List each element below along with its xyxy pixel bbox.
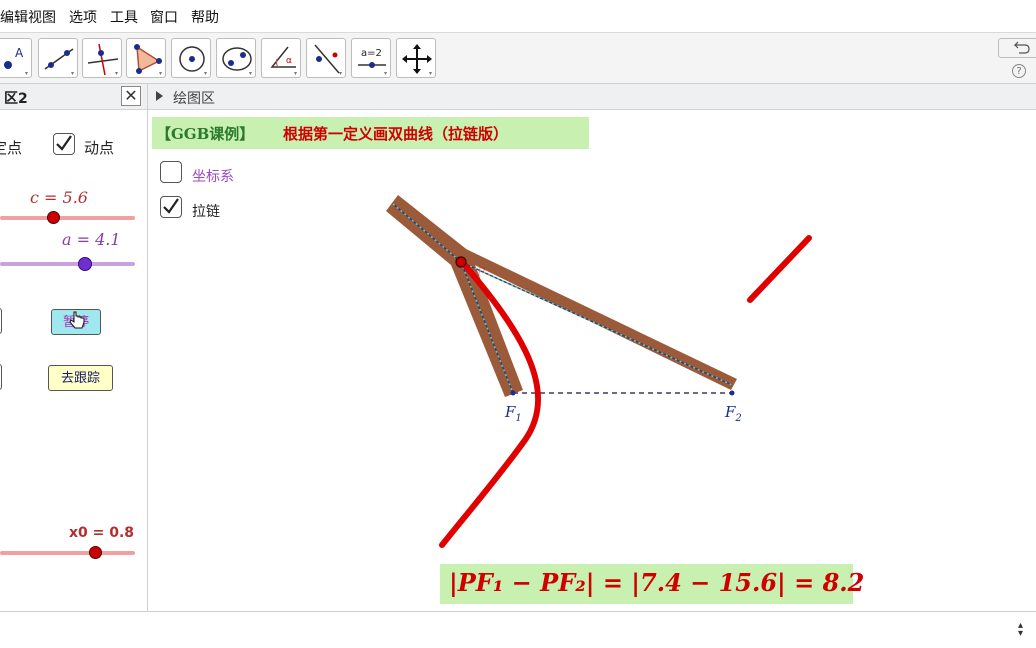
point-p-label: P [477,265,486,279]
moving-point-label: 动点 [84,139,115,157]
move-view-tool-button[interactable] [396,38,436,78]
focus-point-f1[interactable] [510,390,516,396]
svg-text:a=2: a=2 [361,48,382,59]
zipper-strip-pf2 [454,249,737,390]
slider-x0-label: x0 = 0.8 [69,525,135,541]
perpendicular-tool-button[interactable] [82,38,122,78]
point-tool-button[interactable]: A [0,38,32,78]
slider-x0-track[interactable] [0,551,135,555]
lesson-title-prefix: 【GGB课例】 [156,125,255,143]
hyperbola-left-branch [439,260,542,548]
input-bar[interactable] [0,611,1036,648]
angle-tool-icon: α [270,46,297,75]
zipper-strip-pf1 [386,195,523,397]
collapse-triangle-icon[interactable] [156,91,163,101]
slider-tool-icon: a=2 [358,48,387,75]
slider-a-track[interactable] [0,262,135,266]
undo-button[interactable] [998,38,1036,58]
check-icon [163,198,179,214]
slider-tool-button[interactable]: a=2 [351,38,391,78]
axes-checkbox[interactable] [160,161,182,183]
focus-f2-label: F2 [725,403,742,424]
input-history-arrows-icon[interactable]: ▴ ▾ [1018,621,1023,639]
hyperbola-right-branch [747,235,812,303]
left-edge-button-1[interactable] [0,308,2,334]
zipper-teeth-pf1 [392,203,514,394]
focus-point-f2[interactable] [729,390,735,396]
moving-point-checkbox[interactable] [53,133,75,155]
help-icon[interactable]: ? [1012,64,1026,78]
polygon-tool-button[interactable] [126,38,166,78]
algebra-panel-title: 区2 [4,91,28,107]
slider-c-track[interactable] [0,216,135,220]
toolbar: A α a=2 [0,33,1036,84]
svg-text:α: α [286,56,292,66]
slider-c-knob[interactable] [47,211,60,224]
angle-tool-button[interactable]: α [261,38,301,78]
check-icon [56,135,72,151]
close-panel-button[interactable]: ✕ [121,86,141,106]
undo-icon [1013,41,1030,54]
algebra-panel-header: 区2 ✕ [0,84,147,110]
point-tool-icon: A [4,46,28,75]
close-icon: ✕ [124,86,138,105]
line-tool-button[interactable] [38,38,78,78]
left-edge-button-2[interactable] [0,364,2,390]
perpendicular-tool-icon [87,43,119,76]
point-p[interactable] [455,256,467,268]
conic-tool-icon [222,47,252,75]
move-view-tool-icon [402,44,432,75]
axes-checkbox-label: 坐标系 [192,169,234,185]
lesson-title: 根据第一定义画双曲线（拉链版） [283,125,509,143]
svg-text:A: A [15,46,24,60]
polygon-tool-icon [134,44,162,75]
menu-tools[interactable]: 工具 [110,7,138,27]
zipper-checkbox-label: 拉链 [192,204,220,220]
menu-bar: 编辑 视图 选项 工具 窗口 帮助 [0,0,1036,33]
slider-a-knob[interactable] [78,257,92,271]
reflect-tool-button[interactable] [306,38,346,78]
graphics-panel-title: 绘图区 [173,91,215,107]
reflect-tool-icon [314,44,342,75]
menu-options[interactable]: 选项 [69,7,97,27]
focus-f1-label: F1 [505,403,522,424]
zipper-line-pf1 [392,203,514,394]
zipper-checkbox[interactable] [160,196,182,218]
graphics-panel-header: 绘图区 [148,84,1036,110]
circle-tool-button[interactable] [171,38,211,78]
fixed-point-label: 定点 [0,139,23,157]
line-tool-icon [44,48,74,75]
algebra-panel: 区2 ✕ 定点 动点 c = 5.6 a = 4.1 暂停 去跟踪 x0 = 0… [0,84,148,611]
cursor-hand-icon [69,311,85,329]
zipper-line-pf2 [460,261,733,386]
zipper-teeth-pf2 [460,261,733,386]
slider-a-label: a = 4.1 [62,230,121,249]
menu-view[interactable]: 视图 [28,7,56,27]
slider-x0-knob[interactable] [89,546,102,559]
menu-window[interactable]: 窗口 [150,7,178,27]
slider-c-label: c = 5.6 [30,188,88,207]
conic-tool-button[interactable] [216,38,256,78]
formula-text: |PF₁ − PF₂| = |7.4 − 15.6| = 8.2 [449,568,865,597]
menu-help[interactable]: 帮助 [191,7,219,27]
circle-tool-icon [179,46,207,75]
menu-edit[interactable]: 编辑 [0,7,28,27]
clear-trace-button[interactable]: 去跟踪 [48,365,113,391]
